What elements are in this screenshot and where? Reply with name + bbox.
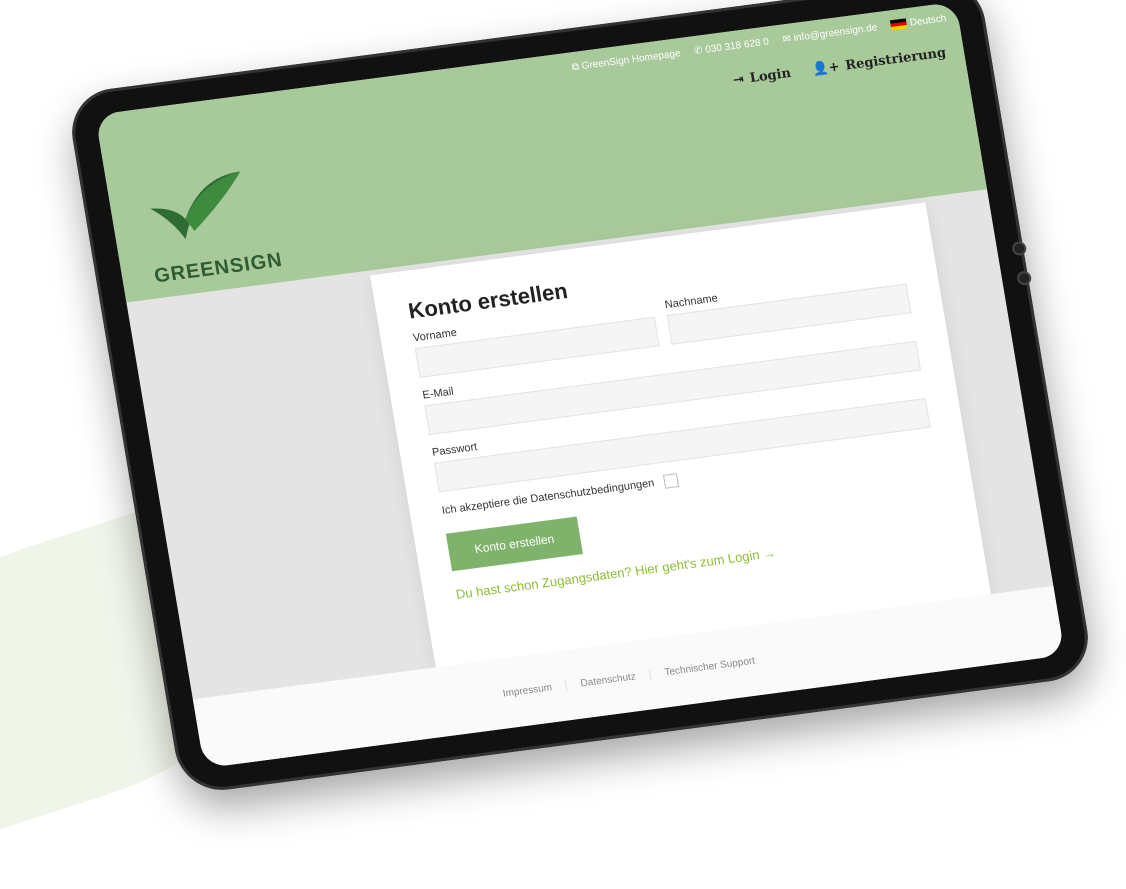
register-link[interactable]: 👤+ Registrierung [811,45,947,77]
signup-card: Konto erstellen Vorname Nachname E-Mail [370,202,992,671]
login-label: Login [748,65,793,87]
side-sensor [1011,240,1028,257]
consent-checkbox[interactable] [662,473,680,489]
email-link[interactable]: ✉ info@greensign.de [782,22,878,45]
main-nav: ⇥ Login 👤+ Registrierung [732,45,947,88]
scene: ⧉ GreenSign Homepage ✆ 030 318 628 0 ✉ i… [0,0,1126,889]
language-selector[interactable]: Deutsch [890,13,947,31]
sign-in-icon: ⇥ [731,72,746,89]
browser-screen: ⧉ GreenSign Homepage ✆ 030 318 628 0 ✉ i… [95,1,1065,769]
footer-support-link[interactable]: Technischer Support [650,653,770,679]
phone-label: 030 318 628 0 [704,36,770,56]
logo-wordmark: GREENSIGN [152,248,285,288]
side-camera [1016,270,1033,286]
tablet-device: ⧉ GreenSign Homepage ✆ 030 318 628 0 ✉ i… [65,0,1095,796]
homepage-link[interactable]: ⧉ GreenSign Homepage [571,48,681,73]
leaf-logo-icon [150,171,241,240]
user-plus-icon: 👤+ [811,59,841,78]
login-link[interactable]: ⇥ Login [732,66,792,88]
language-label: Deutsch [909,13,948,29]
footer-impressum-link[interactable]: Impressum [488,679,568,701]
register-label: Registrierung [844,45,948,74]
footer-privacy-link[interactable]: Datenschutz [565,668,652,691]
phone-link[interactable]: ✆ 030 318 628 0 [693,36,769,57]
email-label: info@greensign.de [792,22,879,45]
create-account-button[interactable]: Konto erstellen [445,516,584,572]
greensign-logo[interactable]: GREENSIGN [130,161,297,289]
homepage-label: GreenSign Homepage [580,48,682,72]
german-flag-icon [890,18,908,31]
